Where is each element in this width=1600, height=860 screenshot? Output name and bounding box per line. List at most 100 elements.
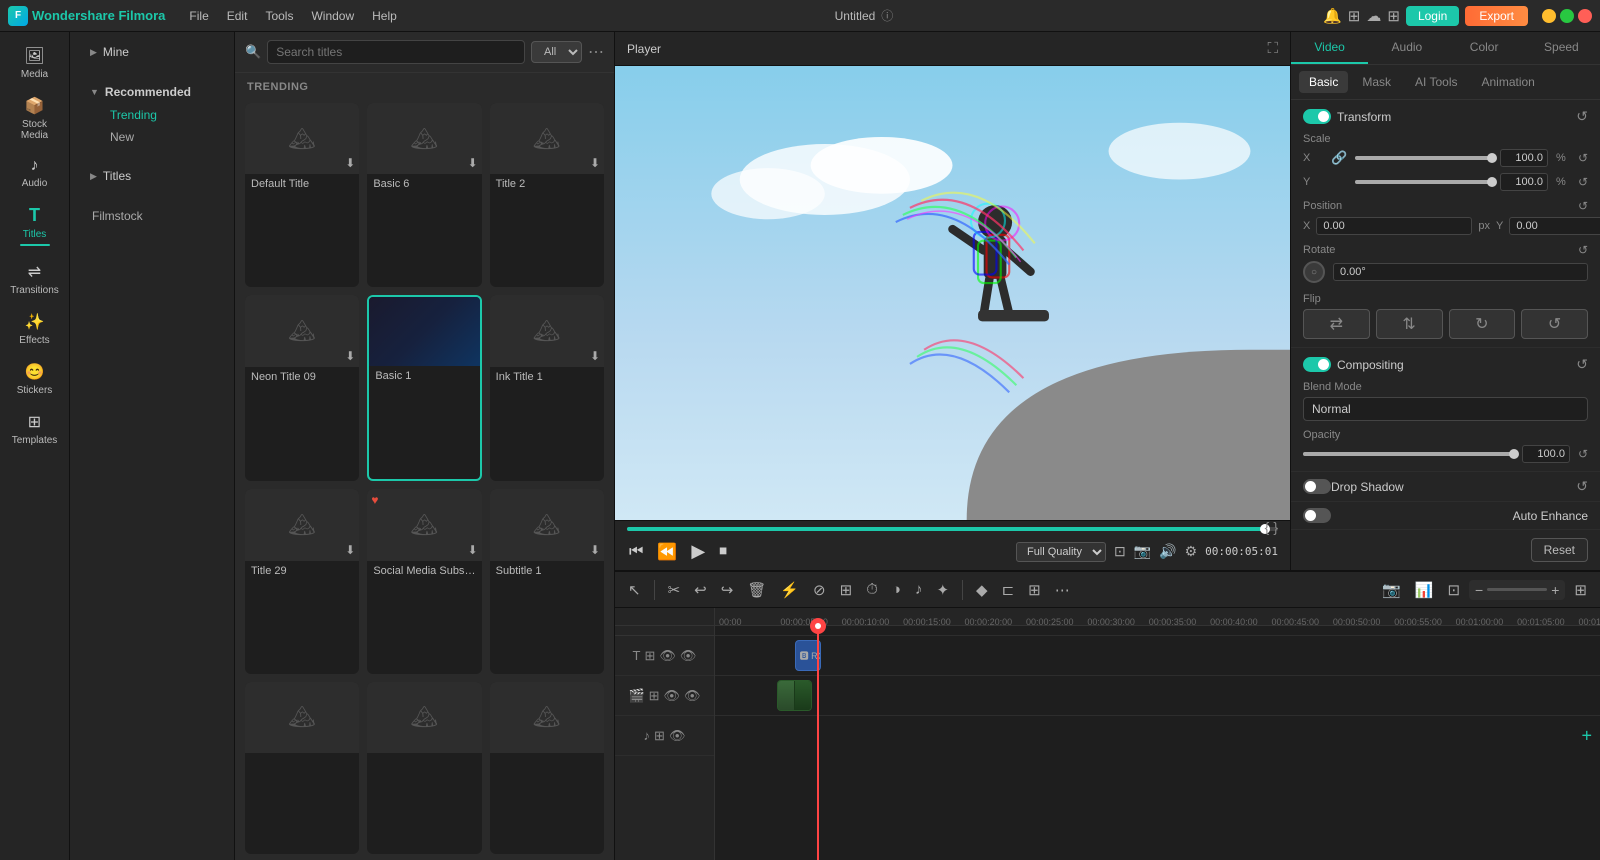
tl-undo[interactable]: ↩	[689, 578, 712, 602]
close-button[interactable]	[1578, 9, 1592, 23]
nav-trending[interactable]: Trending	[102, 104, 222, 126]
expand-icon[interactable]: ⛶	[1267, 40, 1278, 57]
title-vis-icon[interactable]: 👁	[680, 648, 697, 664]
title-lock-icon[interactable]: 👁	[659, 648, 676, 664]
progress-bar[interactable]: { }	[627, 527, 1278, 531]
drop-shadow-reset[interactable]: ↺	[1576, 478, 1588, 495]
tl-crop[interactable]: ⊞	[835, 578, 858, 602]
title-card-basic6[interactable]: 🏔 ⬇ Basic 6	[367, 103, 481, 287]
tool-media[interactable]: 🖼 Media	[4, 40, 66, 86]
tl-more[interactable]: ⋯	[1050, 578, 1075, 602]
audio-lock-icon[interactable]: 👁	[669, 728, 686, 744]
tool-titles[interactable]: T Titles	[4, 199, 66, 252]
transform-toggle[interactable]	[1303, 109, 1331, 124]
video-vis-icon[interactable]: 👁	[684, 688, 701, 704]
tab-video[interactable]: Video	[1291, 32, 1368, 64]
scale-x-reset[interactable]: ↺	[1578, 151, 1588, 165]
filter-select[interactable]: All	[531, 41, 582, 63]
title-copy-icon[interactable]: ⊞	[645, 648, 656, 664]
tool-effects[interactable]: ✨ Effects	[4, 306, 66, 352]
snapshot-icon[interactable]: 📷	[1134, 543, 1151, 560]
grid-icon[interactable]: ⊞	[1387, 7, 1400, 25]
menu-edit[interactable]: Edit	[219, 7, 256, 25]
recommended-header[interactable]: ▼ Recommended	[82, 80, 222, 104]
mine-header[interactable]: ▶ Mine	[82, 40, 222, 64]
tl-camera-icon[interactable]: 📷	[1377, 578, 1406, 602]
tl-stabilize[interactable]: ✦	[931, 578, 954, 602]
tool-audio[interactable]: ♪ Audio	[4, 151, 66, 195]
tl-layout-toggle[interactable]: ⊞	[1569, 578, 1592, 602]
opacity-value[interactable]: 100.0	[1522, 445, 1570, 463]
play-button[interactable]: ▶	[689, 539, 707, 564]
scale-x-value[interactable]: 100.0	[1500, 149, 1548, 167]
subtab-aitools[interactable]: AI Tools	[1405, 71, 1467, 93]
pos-x-input[interactable]	[1316, 217, 1472, 235]
nav-filmstock[interactable]: Filmstock	[82, 204, 222, 228]
scale-y-reset[interactable]: ↺	[1578, 175, 1588, 189]
title-card-extra3[interactable]: 🏔	[490, 682, 604, 854]
tool-transitions[interactable]: ⇌ Transitions	[4, 256, 66, 302]
titles-header[interactable]: ▶ Titles	[82, 164, 222, 188]
tl-ripple[interactable]: ⊘	[808, 578, 831, 602]
tl-snap[interactable]: ⊏	[997, 578, 1020, 602]
flip-rotate-ccw-button[interactable]: ↺	[1521, 309, 1588, 339]
more-button[interactable]: ⋯	[588, 42, 604, 62]
add-audio-button[interactable]: +	[1581, 726, 1592, 747]
title-card-default[interactable]: 🏔 ⬇ Default Title	[245, 103, 359, 287]
tl-audio[interactable]: ♪	[910, 578, 928, 601]
notifications-icon[interactable]: 🔔	[1323, 7, 1342, 25]
settings-icon[interactable]: ⚙	[1185, 543, 1198, 560]
title-card-title29[interactable]: 🏔 ⬇ Title 29	[245, 489, 359, 673]
tl-split[interactable]: ⚡	[775, 578, 804, 602]
tl-cut-tool[interactable]: ✂	[663, 578, 686, 602]
transform-reset[interactable]: ↺	[1576, 108, 1588, 125]
cloud-icon[interactable]: ☁	[1366, 7, 1381, 25]
flip-vertical-button[interactable]: ⇅	[1376, 309, 1443, 339]
tl-delete[interactable]: 🗑	[742, 578, 771, 602]
title-card-extra2[interactable]: 🏔	[367, 682, 481, 854]
tool-stickers[interactable]: 😊 Stickers	[4, 356, 66, 402]
flip-rotate-cw-button[interactable]: ↻	[1449, 309, 1516, 339]
link-icon[interactable]: 🔗	[1331, 150, 1347, 166]
menu-window[interactable]: Window	[303, 7, 362, 25]
pos-y-input[interactable]	[1509, 217, 1600, 235]
menu-file[interactable]: File	[181, 7, 216, 25]
tool-stock-media[interactable]: 📦 Stock Media	[4, 90, 66, 147]
tl-speed[interactable]: ⏱	[861, 578, 883, 601]
drop-shadow-toggle[interactable]	[1303, 479, 1331, 494]
position-reset[interactable]: ↺	[1578, 199, 1588, 213]
nav-new[interactable]: New	[102, 126, 222, 148]
tl-markers[interactable]: ◆	[971, 578, 993, 602]
stop-button[interactable]: ⏹	[717, 541, 729, 563]
title-card-title2[interactable]: 🏔 ⬇ Title 2	[490, 103, 604, 287]
subtab-mask[interactable]: Mask	[1352, 71, 1401, 93]
minimize-button[interactable]	[1542, 9, 1556, 23]
export-button[interactable]: Export	[1465, 6, 1528, 26]
subtab-basic[interactable]: Basic	[1299, 71, 1348, 93]
flip-horizontal-button[interactable]: ⇄	[1303, 309, 1370, 339]
quality-select[interactable]: Full Quality	[1016, 542, 1106, 562]
menu-tools[interactable]: Tools	[257, 7, 301, 25]
volume-icon[interactable]: 🔊	[1159, 543, 1176, 560]
maximize-button[interactable]	[1560, 9, 1574, 23]
zoom-minus[interactable]: −	[1475, 582, 1483, 598]
tab-speed[interactable]: Speed	[1523, 32, 1600, 64]
video-copy-icon[interactable]: ⊞	[649, 688, 660, 704]
opacity-slider[interactable]	[1303, 452, 1514, 456]
step-back-button[interactable]: ⏪	[655, 540, 679, 564]
rotate-dial[interactable]: ○	[1303, 261, 1325, 283]
compositing-reset[interactable]: ↺	[1576, 356, 1588, 373]
subtab-animation[interactable]: Animation	[1471, 71, 1544, 93]
zoom-plus[interactable]: +	[1551, 582, 1559, 598]
tl-color[interactable]: ◑	[887, 578, 906, 601]
search-input[interactable]	[267, 40, 525, 64]
reset-button[interactable]: Reset	[1531, 538, 1588, 562]
opacity-reset[interactable]: ↺	[1578, 447, 1588, 461]
title-card-extra1[interactable]: 🏔	[245, 682, 359, 854]
tab-audio[interactable]: Audio	[1368, 32, 1445, 64]
tl-redo[interactable]: ↪	[716, 578, 739, 602]
title-card-basic1[interactable]: Basic 1	[367, 295, 481, 481]
title-card-ink1[interactable]: 🏔 ⬇ Ink Title 1	[490, 295, 604, 481]
title-card-subtitle1[interactable]: 🏔 ⬇ Subtitle 1	[490, 489, 604, 673]
tab-color[interactable]: Color	[1446, 32, 1523, 64]
